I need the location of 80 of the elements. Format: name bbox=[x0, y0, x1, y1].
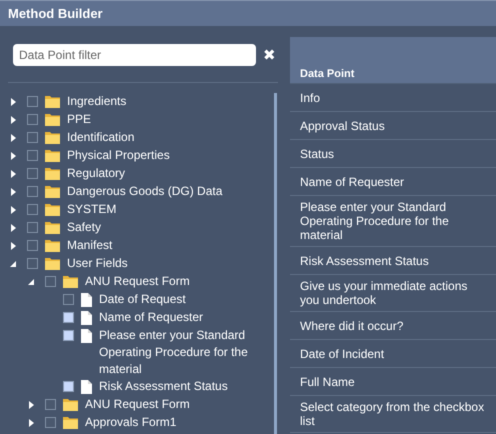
checkbox[interactable] bbox=[27, 204, 38, 215]
tree-item[interactable]: ANU Request Form bbox=[85, 273, 274, 290]
expand-icon[interactable] bbox=[10, 98, 16, 106]
folder-icon bbox=[45, 221, 60, 234]
tree-item[interactable]: PPE bbox=[67, 111, 274, 128]
scrollbar[interactable] bbox=[274, 93, 277, 434]
expand-icon[interactable] bbox=[28, 418, 34, 426]
tree-item[interactable]: Regulatory bbox=[67, 165, 274, 182]
expand-icon[interactable] bbox=[28, 400, 34, 408]
tree-item[interactable]: Risk Assessment Status bbox=[99, 378, 274, 395]
checkbox[interactable] bbox=[63, 330, 74, 341]
folder-icon bbox=[45, 131, 60, 144]
folder-icon bbox=[45, 257, 60, 270]
document-icon bbox=[81, 311, 92, 325]
checkbox[interactable] bbox=[27, 258, 38, 269]
folder-icon bbox=[45, 185, 60, 198]
tree-item[interactable]: Physical Properties bbox=[67, 147, 274, 164]
table-cell-text: Please enter your Standard Operating Procedure for the material bbox=[300, 200, 450, 242]
folder-icon bbox=[45, 95, 60, 108]
expand-icon[interactable] bbox=[10, 242, 16, 250]
folder-icon bbox=[63, 275, 78, 288]
folder-icon bbox=[45, 113, 60, 126]
tree-item[interactable]: Name of Requester bbox=[99, 309, 274, 326]
expand-icon[interactable] bbox=[10, 134, 16, 142]
checkbox[interactable] bbox=[27, 186, 38, 197]
tree-item[interactable]: Ingredients bbox=[67, 93, 274, 110]
checkbox[interactable] bbox=[27, 150, 38, 161]
expand-icon[interactable] bbox=[10, 206, 16, 214]
table-cell: Where did it occur? bbox=[300, 318, 404, 332]
checkbox[interactable] bbox=[63, 381, 74, 392]
table-cell-text: Give us your immediate actions you undertook bbox=[300, 279, 468, 307]
expand-icon[interactable] bbox=[10, 170, 16, 178]
document-icon bbox=[81, 329, 92, 343]
folder-icon bbox=[45, 239, 60, 252]
checkbox[interactable] bbox=[45, 399, 56, 410]
table-cell: Info bbox=[300, 90, 320, 104]
folder-icon bbox=[45, 167, 60, 180]
folder-icon bbox=[63, 416, 78, 429]
tree-item[interactable]: Please enter your Standard Operating Procedure for the material bbox=[99, 327, 274, 378]
window-title: Method Builder bbox=[8, 6, 103, 21]
table-cell: Status bbox=[300, 146, 334, 160]
table-cell: Full Name bbox=[300, 374, 355, 388]
column-header: Data Point bbox=[300, 68, 354, 80]
document-icon bbox=[81, 293, 92, 307]
expand-icon[interactable] bbox=[10, 116, 16, 124]
expand-icon[interactable] bbox=[10, 152, 16, 160]
expand-icon[interactable] bbox=[10, 224, 16, 232]
filter-field[interactable]: Data Point filter bbox=[13, 44, 256, 66]
checkbox[interactable] bbox=[27, 132, 38, 143]
expand-icon[interactable] bbox=[10, 188, 16, 196]
tree-item[interactable]: User Fields bbox=[67, 255, 274, 272]
checkbox[interactable] bbox=[45, 276, 56, 287]
tree-item[interactable]: Manifest bbox=[67, 237, 274, 254]
tree-item[interactable]: Dangerous Goods (DG) Data bbox=[67, 183, 274, 200]
folder-icon bbox=[45, 149, 60, 162]
tree-item[interactable]: Identification bbox=[67, 129, 274, 146]
tree-item[interactable]: Safety bbox=[67, 219, 274, 236]
table-cell: Date of Incident bbox=[300, 346, 384, 360]
document-icon bbox=[81, 380, 92, 394]
checkbox[interactable] bbox=[27, 96, 38, 107]
tree-item[interactable]: SYSTEM bbox=[67, 201, 274, 218]
collapse-icon[interactable] bbox=[10, 260, 16, 268]
checkbox[interactable] bbox=[27, 240, 38, 251]
checkbox[interactable] bbox=[45, 417, 56, 428]
checkbox[interactable] bbox=[27, 114, 38, 125]
clear-button[interactable]: ✖ bbox=[259, 48, 276, 62]
checkbox[interactable] bbox=[27, 222, 38, 233]
tree-item[interactable]: Date of Request bbox=[99, 291, 274, 308]
folder-icon bbox=[45, 203, 60, 216]
tree-item[interactable]: Approvals Form1 bbox=[85, 414, 274, 431]
table-cell-text: Select category from the checkbox list bbox=[300, 400, 486, 428]
collapse-icon[interactable] bbox=[28, 278, 34, 286]
tree-item[interactable]: ANU Request Form bbox=[85, 396, 274, 413]
table-cell: Risk Assessment Status bbox=[300, 254, 429, 268]
checkbox[interactable] bbox=[63, 294, 74, 305]
table-cell: Approval Status bbox=[300, 118, 385, 132]
checkbox[interactable] bbox=[63, 312, 74, 323]
checkbox[interactable] bbox=[27, 168, 38, 179]
table-cell: Name of Requester bbox=[300, 174, 404, 188]
folder-icon bbox=[63, 398, 78, 411]
